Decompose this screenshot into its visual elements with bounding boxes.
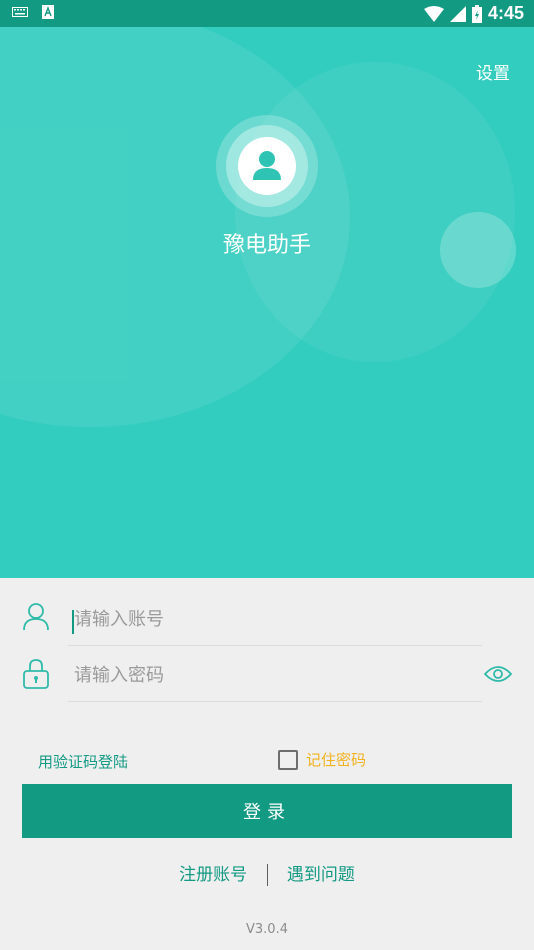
user-icon <box>23 603 49 631</box>
header-banner: 设置 豫电助手 <box>0 27 534 578</box>
account-input[interactable] <box>72 602 456 636</box>
wifi-icon <box>423 5 444 22</box>
eye-icon[interactable] <box>484 664 512 684</box>
status-time: 4:45 <box>487 3 524 23</box>
password-input[interactable] <box>72 658 456 692</box>
keyboard-icon <box>12 7 28 17</box>
remember-label: 记住密码 <box>306 751 367 769</box>
lock-icon <box>23 659 49 689</box>
divider <box>68 701 482 702</box>
status-bar: 4:45 <box>0 0 534 27</box>
settings-link[interactable]: 设置 <box>476 59 510 84</box>
password-field-row <box>0 648 534 702</box>
signal-icon <box>449 5 466 22</box>
link-separator <box>266 864 268 886</box>
sms-login-link[interactable]: 用验证码登陆 <box>38 751 128 772</box>
text-cursor <box>72 610 74 634</box>
notification-a-icon <box>42 5 54 19</box>
remember-password[interactable]: 记住密码 <box>278 749 366 770</box>
bottom-links: 注册账号 遇到问题 <box>0 860 534 886</box>
app-title: 豫电助手 <box>222 233 311 258</box>
battery-icon <box>471 4 482 23</box>
login-button[interactable]: 登录 <box>22 784 512 838</box>
remember-checkbox[interactable] <box>278 749 298 770</box>
user-avatar-icon <box>253 151 281 180</box>
register-link[interactable]: 注册账号 <box>179 865 247 885</box>
problem-link[interactable]: 遇到问题 <box>287 865 355 885</box>
account-field-row <box>0 592 534 646</box>
divider <box>68 645 482 646</box>
version-label: V3.0.4 <box>246 922 288 937</box>
